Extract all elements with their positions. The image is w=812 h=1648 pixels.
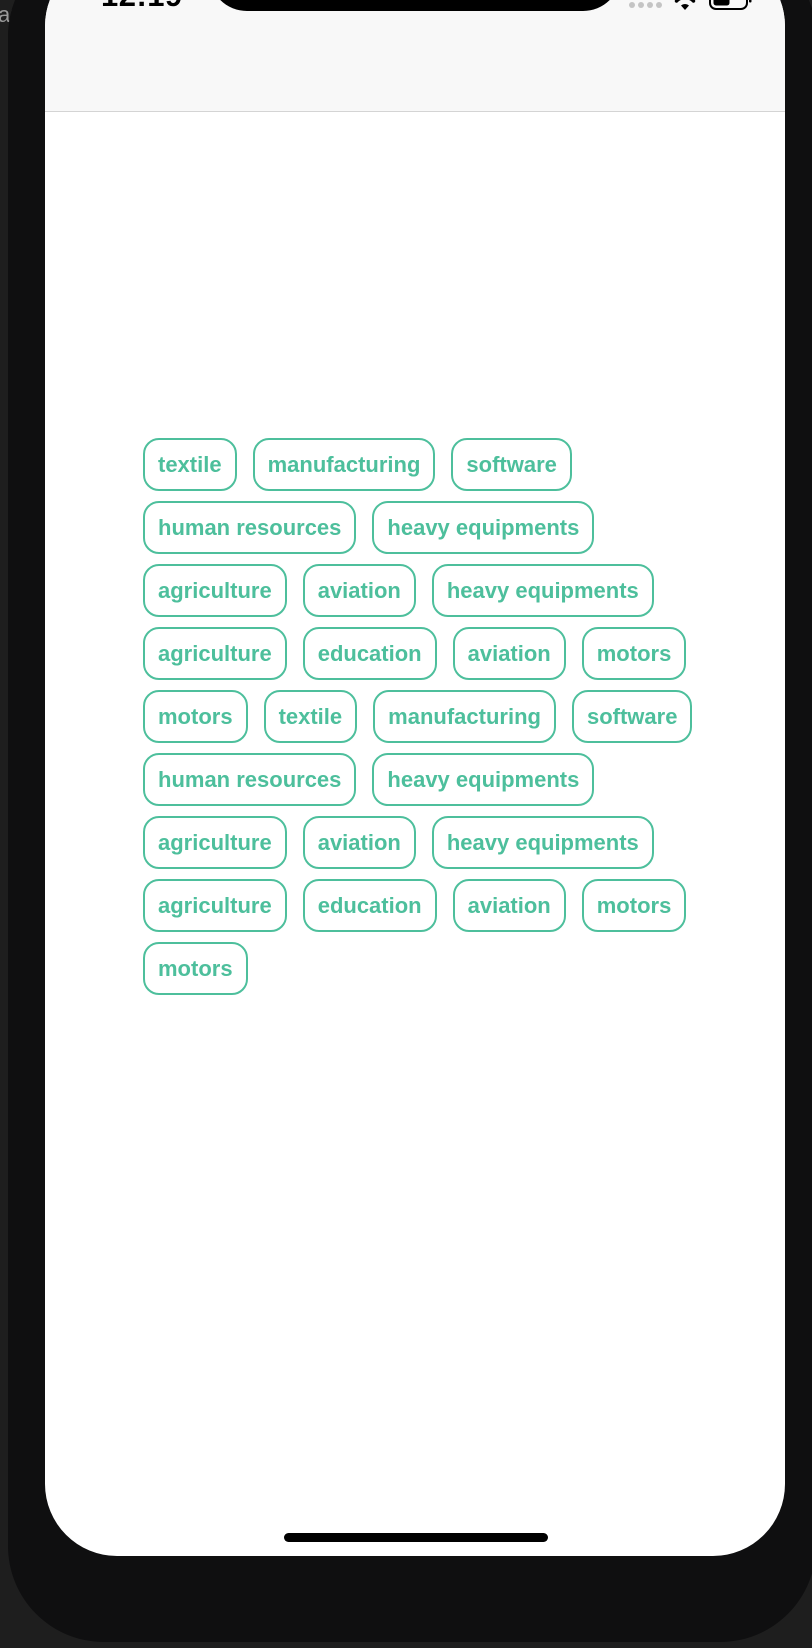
tag-chip[interactable]: motors	[143, 942, 248, 995]
home-indicator[interactable]	[284, 1533, 548, 1542]
tag-chip[interactable]: aviation	[302, 564, 416, 617]
tag-chip[interactable]: agriculture	[143, 879, 287, 932]
tag-chip[interactable]: aviation	[302, 816, 416, 869]
phone-screen: 12:19 textile manufacturing software human …	[45, 0, 785, 1556]
tag-chip[interactable]: textile	[143, 438, 237, 491]
tag-chip[interactable]: aviation	[452, 627, 566, 680]
device-notch	[209, 0, 621, 11]
tag-chip[interactable]: textile	[263, 690, 358, 743]
tag-chip[interactable]: motors	[143, 690, 248, 743]
tag-chip[interactable]: heavy equipments	[431, 564, 654, 617]
phone-frame: 12:19 textile manufacturing software human …	[8, 0, 812, 1642]
tag-chip[interactable]: human resources	[143, 753, 357, 806]
wifi-icon	[674, 0, 696, 10]
tag-chip[interactable]: agriculture	[143, 564, 287, 617]
status-time: 12:19	[101, 0, 183, 14]
tag-chip[interactable]: heavy equipments	[372, 753, 595, 806]
tag-chip[interactable]: software	[571, 690, 693, 743]
tag-chip[interactable]: heavy equipments	[372, 501, 595, 554]
tag-cloud: textile manufacturing software human resour…	[143, 438, 703, 995]
tag-chip[interactable]: agriculture	[143, 816, 287, 869]
tag-chip[interactable]: heavy equipments	[431, 816, 654, 869]
tag-chip[interactable]: human resources	[143, 501, 357, 554]
signal-dots-icon	[629, 2, 662, 8]
tag-chip[interactable]: motors	[581, 627, 687, 680]
battery-icon	[709, 0, 752, 10]
tag-chip[interactable]: education	[302, 879, 437, 932]
tag-chip[interactable]: agriculture	[143, 627, 287, 680]
tag-chip[interactable]: aviation	[452, 879, 566, 932]
tag-chip[interactable]: software	[451, 438, 572, 491]
tag-chip[interactable]: education	[302, 627, 437, 680]
tag-chip[interactable]: motors	[581, 879, 687, 932]
navigation-bar	[45, 0, 785, 112]
tag-chip[interactable]: manufacturing	[373, 690, 556, 743]
tag-chip[interactable]: manufacturing	[252, 438, 436, 491]
